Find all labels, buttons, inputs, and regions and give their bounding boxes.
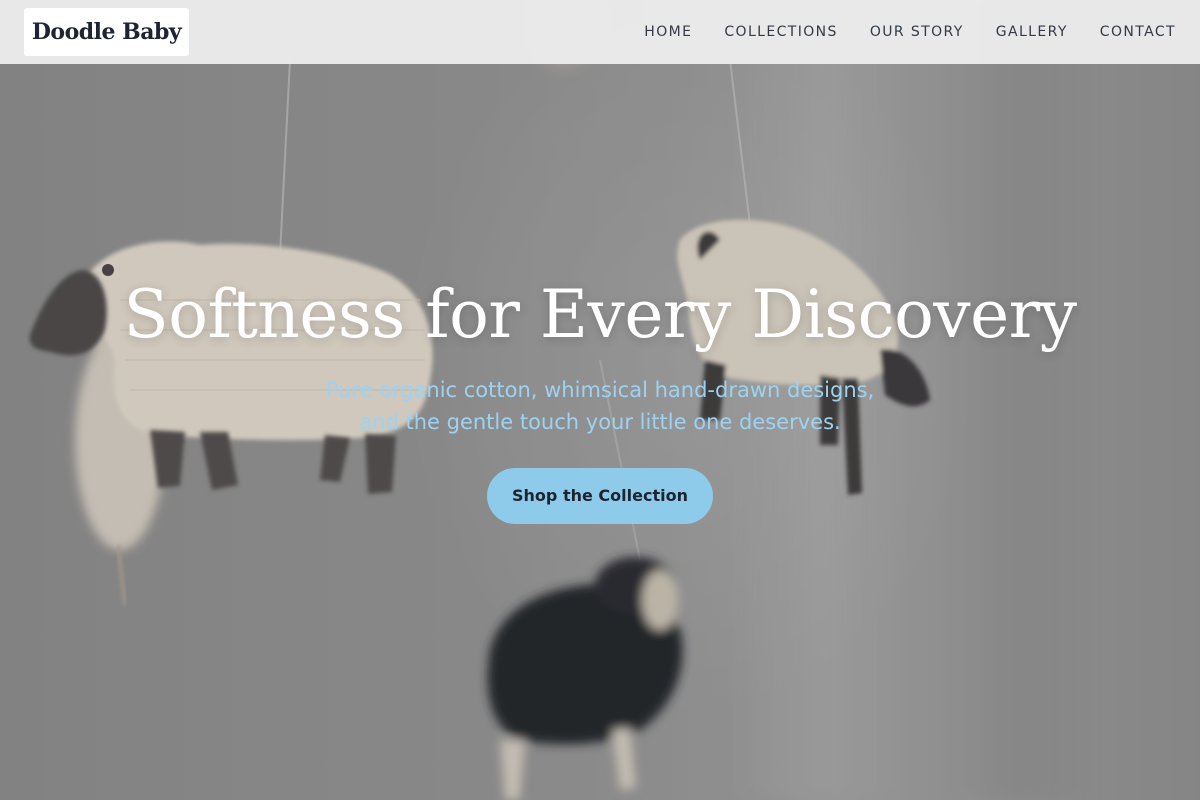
hero-subtitle-line-1: Pure organic cotton, whimsical hand-draw… (325, 378, 875, 402)
logo-text: Doodle Baby (31, 19, 182, 45)
nav-link-gallery[interactable]: GALLERY (996, 24, 1068, 40)
nav-link-contact[interactable]: CONTACT (1100, 24, 1176, 40)
hero-subtitle-line-2: and the gentle touch your little one des… (359, 410, 841, 434)
logo[interactable]: Doodle Baby (24, 8, 189, 56)
hero-subtitle: Pure organic cotton, whimsical hand-draw… (240, 374, 960, 438)
nav-link-collections[interactable]: COLLECTIONS (724, 24, 837, 40)
hero-title: Softness for Every Discovery (123, 276, 1078, 353)
hero-content: Softness for Every Discovery Pure organi… (0, 270, 1200, 524)
nav-link-our-story[interactable]: OUR STORY (870, 24, 964, 40)
nav-menu: HOME COLLECTIONS OUR STORY GALLERY CONTA… (644, 0, 1176, 64)
nav-link-home[interactable]: HOME (644, 24, 692, 40)
top-navbar: Doodle Baby HOME COLLECTIONS OUR STORY G… (0, 0, 1200, 64)
shop-collection-button[interactable]: Shop the Collection (487, 468, 713, 524)
